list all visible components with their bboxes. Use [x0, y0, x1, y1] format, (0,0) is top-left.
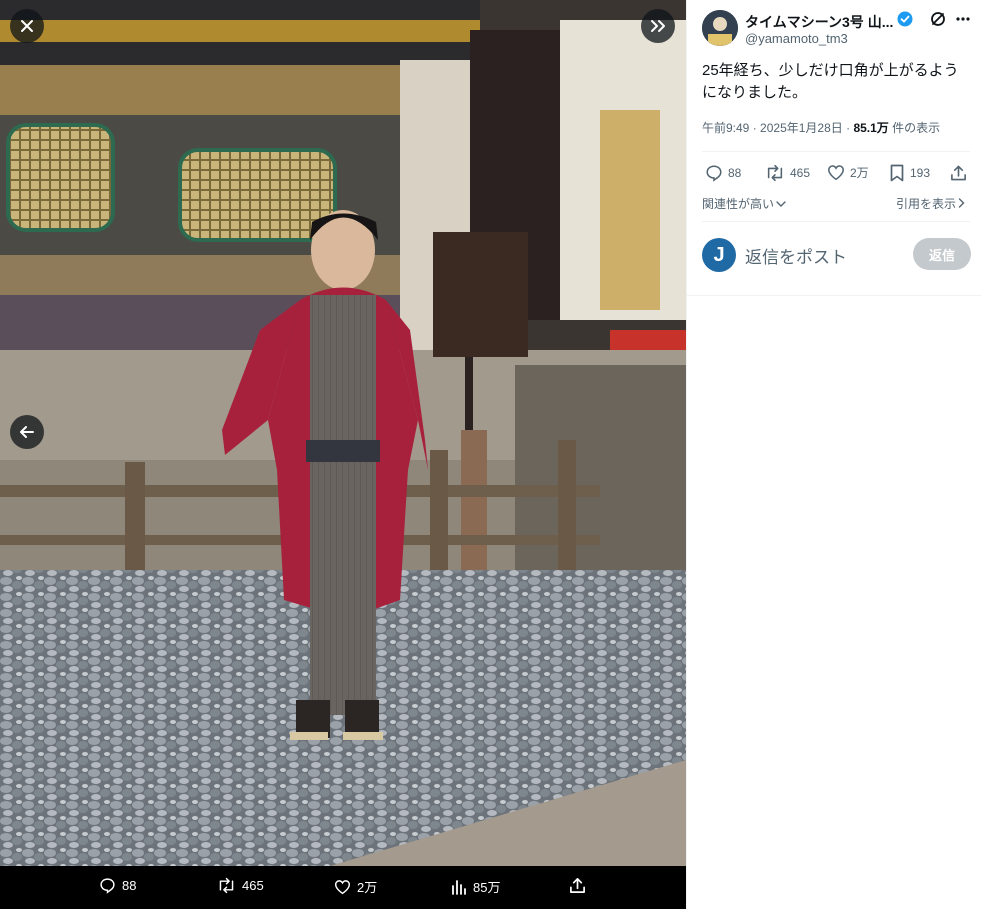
- meta-separator: ·: [846, 121, 851, 135]
- author-display-name[interactable]: タイムマシーン3号 山...: [745, 12, 893, 32]
- view-quotes-label: 引用を表示: [896, 197, 957, 211]
- reply-button[interactable]: 88: [705, 164, 741, 182]
- like-count: 2万: [850, 166, 869, 180]
- media-retweet-count: 465: [242, 878, 264, 893]
- like-button[interactable]: 2万: [827, 164, 869, 181]
- bookmark-icon: [889, 164, 905, 182]
- reply-input[interactable]: 返信をポスト: [745, 243, 847, 268]
- media-viewer: 88 465 2万 85万: [0, 0, 686, 909]
- tweet-view-suffix: 件の表示: [892, 121, 941, 135]
- media-views-button[interactable]: 85万: [451, 877, 500, 896]
- close-button[interactable]: [10, 9, 44, 43]
- heart-icon: [334, 879, 351, 895]
- verified-badge-icon: [897, 11, 913, 32]
- tweet-date[interactable]: 2025年1月28日: [760, 121, 843, 135]
- retweet-button[interactable]: 465: [765, 164, 810, 182]
- media-views-count: 85万: [473, 880, 501, 895]
- retweet-count: 465: [790, 166, 811, 180]
- reply-sort-dropdown[interactable]: 関連性が高い: [702, 195, 786, 212]
- retweet-icon: [217, 877, 236, 894]
- divider: [702, 151, 970, 152]
- share-icon: [569, 877, 586, 894]
- media-reply-button[interactable]: 88: [99, 877, 136, 894]
- chevron-right-icon: [958, 197, 965, 211]
- author-name-row: タイムマシーン3号 山...: [745, 11, 913, 32]
- reply-count: 88: [728, 166, 742, 180]
- previous-image-button[interactable]: [10, 415, 44, 449]
- meta-separator: ·: [752, 121, 757, 135]
- chevrons-right-icon: [650, 19, 666, 33]
- author-avatar[interactable]: [702, 10, 738, 46]
- divider: [702, 221, 970, 222]
- view-quotes-link[interactable]: 引用を表示: [896, 195, 965, 212]
- tweet-photo[interactable]: [0, 0, 686, 866]
- media-action-bar: 88 465 2万 85万: [0, 866, 686, 909]
- retweet-icon: [765, 164, 785, 182]
- reply-submit-button[interactable]: 返信: [913, 238, 971, 270]
- heart-icon: [827, 164, 845, 181]
- reply-icon: [705, 164, 723, 182]
- tweet-detail-panel: [686, 0, 981, 909]
- expand-panel-button[interactable]: [641, 9, 675, 43]
- share-button[interactable]: [950, 164, 967, 182]
- tweet-time[interactable]: 午前9:49: [702, 121, 749, 135]
- bookmark-count: 193: [910, 166, 931, 180]
- close-icon: [20, 19, 34, 33]
- author-handle[interactable]: @yamamoto_tm3: [745, 31, 848, 46]
- reply-sort-label: 関連性が高い: [702, 197, 775, 211]
- reply-icon: [99, 877, 116, 894]
- more-options-button[interactable]: [955, 11, 971, 32]
- bookmark-button[interactable]: 193: [889, 164, 930, 182]
- grok-icon: [930, 12, 946, 31]
- arrow-left-icon: [20, 425, 34, 439]
- grok-button[interactable]: [930, 11, 946, 32]
- tweet-view-count: 85.1万: [853, 121, 889, 135]
- share-icon: [950, 164, 967, 182]
- bar-chart-icon: [451, 879, 467, 895]
- tweet-text: 25年経ち、少しだけ口角が上がるようになりました。: [702, 62, 959, 101]
- media-share-button[interactable]: [569, 877, 586, 894]
- chevron-down-icon: [776, 197, 786, 211]
- media-reply-count: 88: [122, 878, 137, 893]
- media-like-button[interactable]: 2万: [334, 877, 377, 896]
- current-user-avatar[interactable]: J: [702, 238, 736, 272]
- divider: [686, 295, 981, 296]
- media-retweet-button[interactable]: 465: [217, 877, 264, 894]
- media-like-count: 2万: [357, 880, 378, 895]
- tweet-meta: 午前9:49 · 2025年1月28日 · 85.1万 件の表示: [702, 119, 940, 136]
- more-horizontal-icon: [955, 14, 971, 31]
